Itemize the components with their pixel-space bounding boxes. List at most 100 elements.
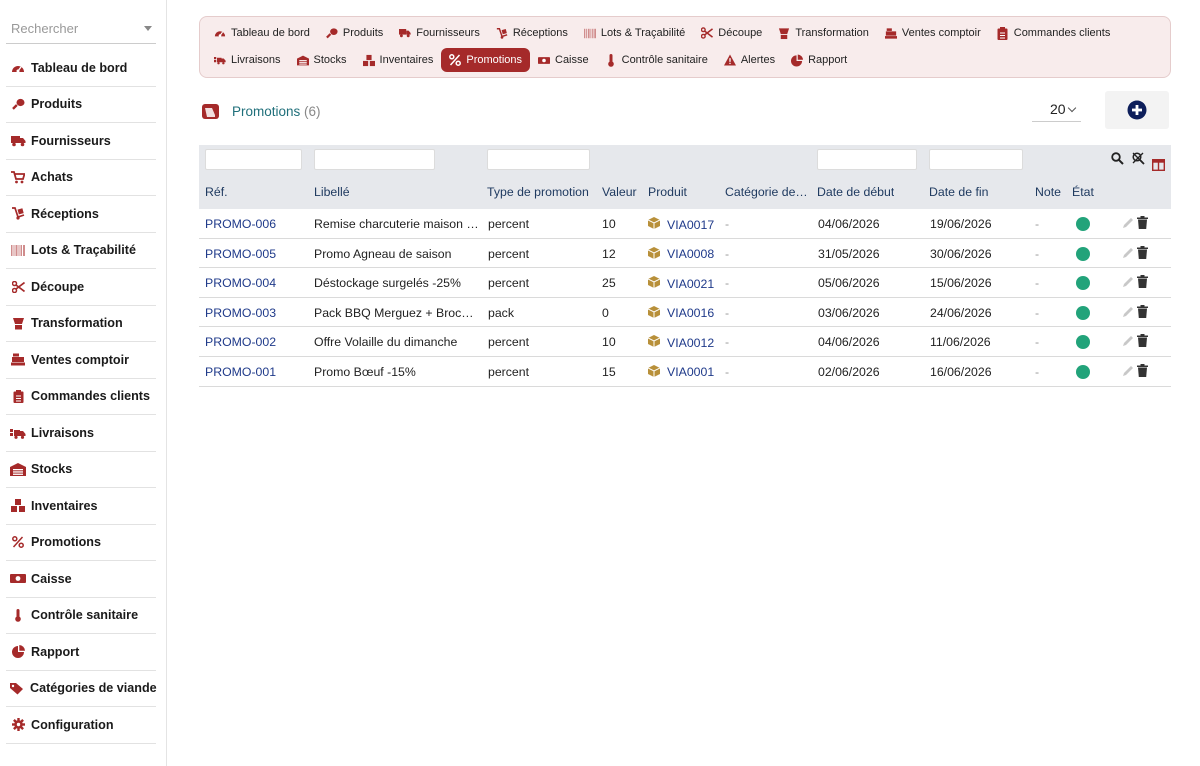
cube-icon — [648, 217, 661, 232]
sidebar-item-transformation[interactable]: Transformation — [6, 306, 156, 342]
table-row[interactable]: PROMO-005 Promo Agneau de saison percent 12… — [199, 239, 1171, 269]
top-nav-receptions[interactable]: Réceptions — [488, 21, 576, 45]
table-row[interactable]: PROMO-004 Déstockage surgelés -25% percent… — [199, 268, 1171, 298]
top-nav-promotions[interactable]: Promotions — [441, 48, 530, 72]
promo-ref-link[interactable]: PROMO-001 — [205, 365, 276, 379]
search-icon[interactable] — [1111, 152, 1124, 165]
barcode-icon — [583, 28, 596, 39]
sidebar-item-label: Transformation — [31, 316, 123, 331]
pie-chart-icon — [10, 645, 26, 659]
sidebar-item-controle-sanitaire[interactable]: Contrôle sanitaire — [6, 598, 156, 634]
product-link[interactable]: VIA0016 — [648, 305, 714, 321]
edit-icon[interactable] — [1122, 217, 1134, 232]
filter-ref-input[interactable] — [205, 149, 302, 170]
promo-label: Promo Agneau de saison — [314, 246, 452, 261]
sidebar-item-stocks[interactable]: Stocks — [6, 452, 156, 488]
delete-icon[interactable] — [1137, 216, 1148, 232]
product-link[interactable]: VIA0017 — [648, 217, 714, 232]
edit-icon[interactable] — [1122, 365, 1134, 380]
product-link[interactable]: VIA0001 — [648, 364, 714, 380]
page-size-value: 20 — [1050, 100, 1066, 117]
top-nav-decoupe[interactable]: Découpe — [693, 21, 770, 45]
promo-ref-link[interactable]: PROMO-005 — [205, 247, 276, 261]
top-nav-fournisseurs[interactable]: Fournisseurs — [391, 21, 488, 45]
column-header-label[interactable]: Libellé — [314, 185, 350, 199]
top-nav-alertes[interactable]: Alertes — [716, 48, 783, 72]
sidebar-item-configuration[interactable]: Configuration — [6, 707, 156, 744]
top-nav-inventaires[interactable]: Inventaires — [355, 48, 442, 72]
delete-icon[interactable] — [1137, 304, 1148, 321]
search-input[interactable]: Rechercher — [6, 14, 156, 44]
sidebar-item-tableau-de-bord[interactable]: Tableau de bord — [6, 50, 156, 87]
top-nav-transformation[interactable]: Transformation — [770, 21, 877, 45]
column-header-value[interactable]: Valeur — [602, 185, 637, 199]
columns-icon[interactable] — [1152, 159, 1165, 171]
blender-icon — [778, 27, 790, 39]
column-header-category[interactable]: Catégorie de… — [725, 185, 808, 199]
column-header-note[interactable]: Note — [1035, 185, 1061, 199]
sidebar-item-rapport[interactable]: Rapport — [6, 634, 156, 671]
top-nav-label: Produits — [342, 27, 384, 39]
sidebar-item-livraisons[interactable]: Livraisons — [6, 415, 156, 452]
filter-label-input[interactable] — [314, 149, 435, 170]
edit-icon[interactable] — [1122, 247, 1134, 262]
column-header-start-date[interactable]: Date de début — [817, 185, 894, 199]
top-nav-livraisons[interactable]: Livraisons — [206, 48, 289, 72]
filter-start-date-input[interactable] — [817, 149, 917, 170]
top-nav-label: Contrôle sanitaire — [621, 54, 708, 66]
sidebar-item-receptions[interactable]: Réceptions — [6, 196, 156, 233]
table-row[interactable]: PROMO-001 Promo Bœuf -15% percent 15 VIA0001… — [199, 357, 1171, 387]
sidebar-item-produits[interactable]: Produits — [6, 87, 156, 123]
top-nav-ventes-comptoir[interactable]: Ventes comptoir — [877, 21, 989, 45]
top-nav-rapport[interactable]: Rapport — [783, 48, 855, 72]
sidebar-item-promotions[interactable]: Promotions — [6, 525, 156, 561]
sidebar-item-categories-de-viande[interactable]: Catégories de viande — [6, 671, 157, 707]
sidebar-item-ventes-comptoir[interactable]: Ventes comptoir — [6, 342, 156, 379]
top-nav-tableau-de-bord[interactable]: Tableau de bord — [206, 21, 318, 45]
promo-ref-link[interactable]: PROMO-006 — [205, 217, 276, 231]
promo-type: percent — [488, 246, 530, 261]
column-header-type[interactable]: Type de promotion — [487, 185, 589, 199]
sidebar-item-inventaires[interactable]: Inventaires — [6, 488, 156, 525]
sidebar-item-caisse[interactable]: Caisse — [6, 561, 156, 598]
sidebar-item-commandes-clients[interactable]: Commandes clients — [6, 379, 156, 415]
page-size-select[interactable]: 20 — [1032, 96, 1081, 122]
table-row[interactable]: PROMO-003 Pack BBQ Merguez + Broch… pack 0 V… — [199, 298, 1171, 328]
delete-icon[interactable] — [1137, 363, 1148, 380]
clear-filter-icon[interactable] — [1132, 152, 1145, 165]
promo-ref-link[interactable]: PROMO-002 — [205, 335, 276, 349]
table-row[interactable]: PROMO-002 Offre Volaille du dimanche perce… — [199, 327, 1171, 357]
delete-icon[interactable] — [1137, 334, 1148, 350]
filter-type-input[interactable] — [487, 149, 590, 170]
table-row[interactable]: PROMO-006 Remise charcuterie maison … perc… — [199, 209, 1171, 239]
top-nav-commandes-clients[interactable]: Commandes clients — [989, 21, 1119, 45]
product-link[interactable]: VIA0021 — [648, 276, 714, 291]
sidebar-item-decoupe[interactable]: Découpe — [6, 269, 156, 306]
filter-end-date-input[interactable] — [929, 149, 1023, 170]
column-header-product[interactable]: Produit — [648, 185, 687, 199]
sidebar-item-achats[interactable]: Achats — [6, 160, 156, 196]
promo-ref-link[interactable]: PROMO-004 — [205, 276, 276, 290]
promo-label: Promo Bœuf -15% — [314, 364, 416, 379]
top-nav-lots-tracabilite[interactable]: Lots & Traçabilité — [576, 21, 693, 45]
edit-icon[interactable] — [1122, 276, 1134, 291]
top-nav-caisse[interactable]: Caisse — [530, 48, 597, 72]
column-header-ref[interactable]: Réf. — [205, 185, 228, 199]
sidebar-item-fournisseurs[interactable]: Fournisseurs — [6, 123, 156, 160]
column-header-end-date[interactable]: Date de fin — [929, 185, 988, 199]
scissors-icon — [10, 280, 26, 294]
top-nav-produits[interactable]: Produits — [318, 21, 391, 45]
chevron-down-icon[interactable] — [144, 26, 152, 31]
top-nav-controle-sanitaire[interactable]: Contrôle sanitaire — [597, 48, 716, 72]
promo-ref-link[interactable]: PROMO-003 — [205, 306, 276, 320]
column-header-status[interactable]: État — [1072, 185, 1094, 199]
top-nav-stocks[interactable]: Stocks — [289, 48, 355, 72]
product-link[interactable]: VIA0012 — [648, 335, 714, 350]
delete-icon[interactable] — [1137, 275, 1148, 291]
sidebar-item-lots-tracabilite[interactable]: Lots & Traçabilité — [6, 233, 156, 269]
edit-icon[interactable] — [1122, 335, 1134, 350]
product-link[interactable]: VIA0008 — [648, 246, 714, 262]
delete-icon[interactable] — [1137, 245, 1148, 262]
edit-icon[interactable] — [1122, 306, 1134, 321]
add-record-button[interactable] — [1105, 91, 1169, 129]
